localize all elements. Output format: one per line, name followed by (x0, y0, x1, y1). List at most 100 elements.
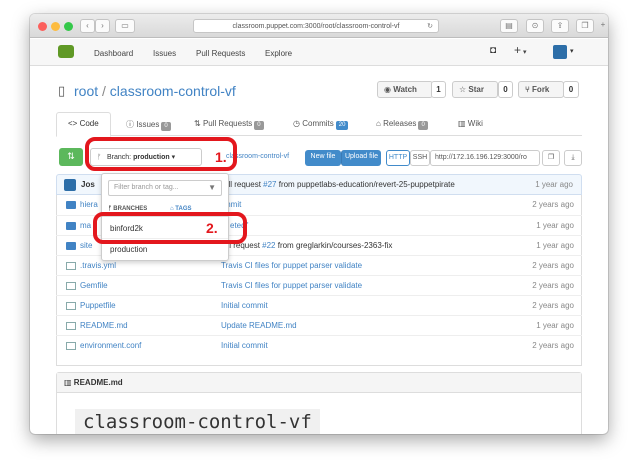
gogs-logo-icon[interactable] (58, 45, 74, 58)
http-toggle[interactable]: HTTP (386, 150, 410, 166)
nav-issues[interactable]: Issues (153, 49, 176, 58)
filter-branch-input[interactable]: Filter branch or tag... ▼ (108, 180, 222, 196)
folder-icon (66, 201, 76, 209)
copy-url-button[interactable]: ❐ (542, 150, 560, 166)
tab-issues[interactable]: ⓘ Issues 0 (126, 119, 171, 131)
file-name[interactable]: Puppetfile (80, 301, 116, 310)
reader-button[interactable]: ▤ (500, 19, 518, 33)
nav-dashboard[interactable]: Dashboard (94, 49, 133, 58)
file-name[interactable]: Gemfile (80, 281, 108, 290)
file-name[interactable]: ma (80, 221, 91, 230)
tab-label: Releases (383, 119, 417, 128)
file-commit-message[interactable]: Travis CI files for puppet parser valida… (221, 281, 362, 290)
file-commit-message[interactable]: ull request #22 from greglarkin/courses-… (223, 241, 392, 250)
reader-icon: ▤ (505, 21, 513, 30)
minimize-button[interactable] (51, 22, 60, 31)
nav-explore[interactable]: Explore (265, 49, 292, 58)
table-row[interactable]: Puppetfile Initial commit 2 years ago (56, 295, 582, 315)
create-menu[interactable]: + ▾ (514, 43, 526, 57)
table-row[interactable]: environment.conf Initial commit 2 years ag… (56, 335, 582, 355)
watch-button[interactable]: ◉ Watch (377, 81, 433, 98)
caret-down-icon[interactable]: ▾ (570, 47, 574, 55)
tab-pull-requests[interactable]: ⇅ Pull Requests 0 (194, 119, 264, 130)
file-age: 2 years ago (532, 341, 574, 350)
file-name[interactable]: README.md (80, 321, 128, 330)
tab-label: Wiki (467, 119, 483, 128)
clone-url-input[interactable]: http://172.16.196.129:3000/ro (430, 150, 540, 166)
file-commit-message[interactable]: Travis CI files for puppet parser valida… (221, 261, 362, 270)
tabs-button[interactable]: ❐ (576, 19, 594, 33)
reload-icon[interactable]: ↻ (427, 20, 433, 33)
forward-button[interactable]: › (95, 19, 110, 33)
tab-wiki[interactable]: ▥ Wiki (458, 119, 483, 128)
file-age: 2 years ago (532, 200, 574, 209)
upload-file-button[interactable]: Upload file (341, 150, 381, 166)
notifications-icon[interactable]: ◘ (490, 45, 496, 56)
download-icon: ⤓ (571, 154, 575, 161)
fork-count[interactable]: 0 (563, 81, 579, 98)
address-bar[interactable]: classroom.puppet.com:3000/root/classroom… (193, 19, 439, 33)
file-icon (66, 322, 76, 330)
url-text: classroom.puppet.com:3000/root/classroom… (232, 23, 400, 30)
file-name[interactable]: environment.conf (80, 341, 141, 350)
tab-label: Code (79, 119, 99, 128)
file-commit-message[interactable]: Initial commit (221, 301, 268, 310)
fork-icon: ⑂ (525, 85, 530, 94)
pr-link[interactable]: #22 (262, 241, 275, 250)
commit-message-prefix: ull request (224, 180, 264, 189)
nav-pull-requests[interactable]: Pull Requests (196, 49, 245, 58)
tab-commits[interactable]: ◷ Commits 20 (293, 119, 349, 130)
readme-panel: ▥ README.md classroom-control-vf (56, 372, 582, 434)
tab-code[interactable]: <> Code (68, 119, 99, 128)
file-commit-message[interactable]: Update README.md (221, 321, 297, 330)
share-button[interactable]: ⇪ (551, 19, 569, 33)
sidebar-icon: ▭ (121, 21, 129, 30)
file-name[interactable]: .travis.yml (80, 261, 116, 270)
new-tab-button[interactable]: + (596, 19, 608, 33)
tab-count: 0 (161, 122, 171, 131)
message-suffix: from greglarkin/courses-2363-fix (275, 241, 393, 250)
table-row[interactable]: Gemfile Travis CI files for puppet parser… (56, 275, 582, 295)
repo-separator: / (102, 83, 106, 99)
back-button[interactable]: ‹ (80, 19, 95, 33)
fork-label: Fork (532, 85, 550, 94)
file-name[interactable]: site (80, 241, 92, 250)
chevron-right-icon: › (101, 21, 104, 30)
file-commit-message[interactable]: Initial commit (221, 341, 268, 350)
compare-button[interactable]: ⇅ (59, 148, 83, 166)
ssh-toggle[interactable]: SSH (410, 150, 430, 166)
new-file-button[interactable]: New file (305, 150, 341, 166)
annotation-label-1: 1. (215, 149, 227, 165)
copy-icon: ❐ (547, 154, 555, 161)
repo-owner-link[interactable]: root (74, 83, 98, 99)
chevron-left-icon: ‹ (86, 21, 89, 30)
code-icon: <> (68, 119, 78, 128)
download-button[interactable]: ⤓ (564, 150, 582, 166)
extension-button[interactable]: ⊙ (526, 19, 544, 33)
star-label: Star (468, 85, 484, 94)
commit-author[interactable]: Jos (81, 180, 95, 189)
readme-heading: classroom-control-vf (75, 409, 320, 434)
eye-icon: ◉ (384, 85, 391, 94)
file-age: 2 years ago (532, 281, 574, 290)
tab-count: 0 (254, 121, 264, 130)
fork-button[interactable]: ⑂ Fork (518, 81, 564, 98)
sidebar-button[interactable]: ▭ (115, 19, 135, 33)
filter-icon: ▼ (208, 183, 216, 192)
avatar[interactable] (553, 45, 567, 59)
star-count[interactable]: 0 (498, 81, 513, 98)
watch-count[interactable]: 1 (431, 81, 446, 98)
star-button[interactable]: ☆ Star (452, 81, 498, 98)
commit-pr-link[interactable]: #27 (263, 180, 276, 189)
table-row[interactable]: README.md Update README.md 1 year ago (56, 315, 582, 335)
file-age: 1 year ago (536, 321, 574, 330)
browser-window: ‹ › ▭ classroom.puppet.com:3000/root/cla… (30, 14, 608, 434)
file-name[interactable]: hiera (80, 200, 98, 209)
file-age: 2 years ago (532, 261, 574, 270)
tab-count: 20 (335, 121, 349, 130)
tabs-icon: ❐ (581, 21, 589, 30)
close-button[interactable] (38, 22, 47, 31)
tab-releases[interactable]: ⌂ Releases 0 (376, 119, 428, 130)
zoom-button[interactable] (64, 22, 73, 31)
repo-name-link[interactable]: classroom-control-vf (110, 83, 236, 99)
